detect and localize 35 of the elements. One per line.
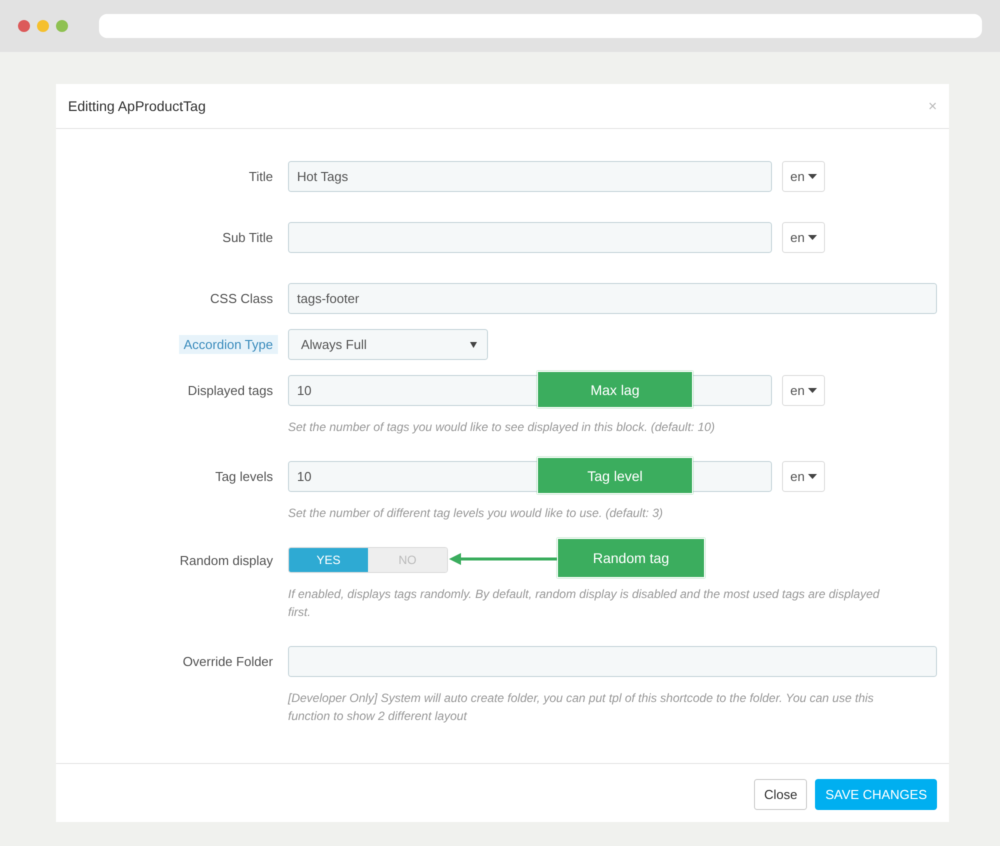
caret-icon (470, 342, 477, 348)
language-dropdown[interactable]: en (782, 161, 825, 192)
help-text: [Developer Only] System will auto create folder, you can put tpl of this shortcode to the folder. You can use this function to show 2 different layout (288, 690, 875, 725)
field-label: Displayed tags (186, 382, 274, 400)
field-label: Tag levels (214, 468, 274, 486)
select-dropdown[interactable]: Always Full (288, 329, 488, 360)
field-label: Random display (178, 552, 274, 570)
field-label: CSS Class (209, 290, 274, 308)
text-field[interactable]: tags-footer (288, 283, 937, 314)
help-text: If enabled, displays tags randomly. By default, random display is disabled and the most used tags are displayed first. (288, 586, 881, 621)
help-text: Set the number of different tag levels you would like to use. (default: 3) (288, 505, 664, 522)
field-label: Title (248, 168, 274, 186)
callout-tooltip: Random tag (557, 538, 705, 578)
callout-tooltip: Max lag (537, 371, 693, 408)
caret-icon (808, 474, 817, 479)
caret-icon (808, 235, 817, 240)
language-dropdown[interactable]: en (782, 375, 825, 406)
maximize-window-icon[interactable] (56, 20, 68, 32)
text-field[interactable]: Hot Tags (288, 161, 772, 192)
caret-icon (808, 388, 817, 393)
text-field[interactable] (288, 646, 937, 677)
field-label: Override Folder (182, 653, 274, 671)
modal-title: Editting ApProductTag (68, 98, 206, 114)
close-button[interactable]: Close (754, 779, 808, 810)
minimize-window-icon[interactable] (37, 20, 49, 32)
close-window-icon[interactable] (18, 20, 30, 32)
language-dropdown[interactable]: en (782, 222, 825, 253)
language-dropdown[interactable]: en (782, 461, 825, 492)
help-text: Set the number of tags you would like to see displayed in this block. (default: 10) (288, 419, 716, 436)
callout-tooltip: Tag level (537, 457, 693, 494)
caret-icon (808, 174, 817, 179)
field-label: Accordion Type (178, 335, 278, 354)
address-bar[interactable] (99, 14, 982, 38)
field-label: Sub Title (221, 229, 274, 247)
text-field[interactable] (288, 222, 772, 253)
